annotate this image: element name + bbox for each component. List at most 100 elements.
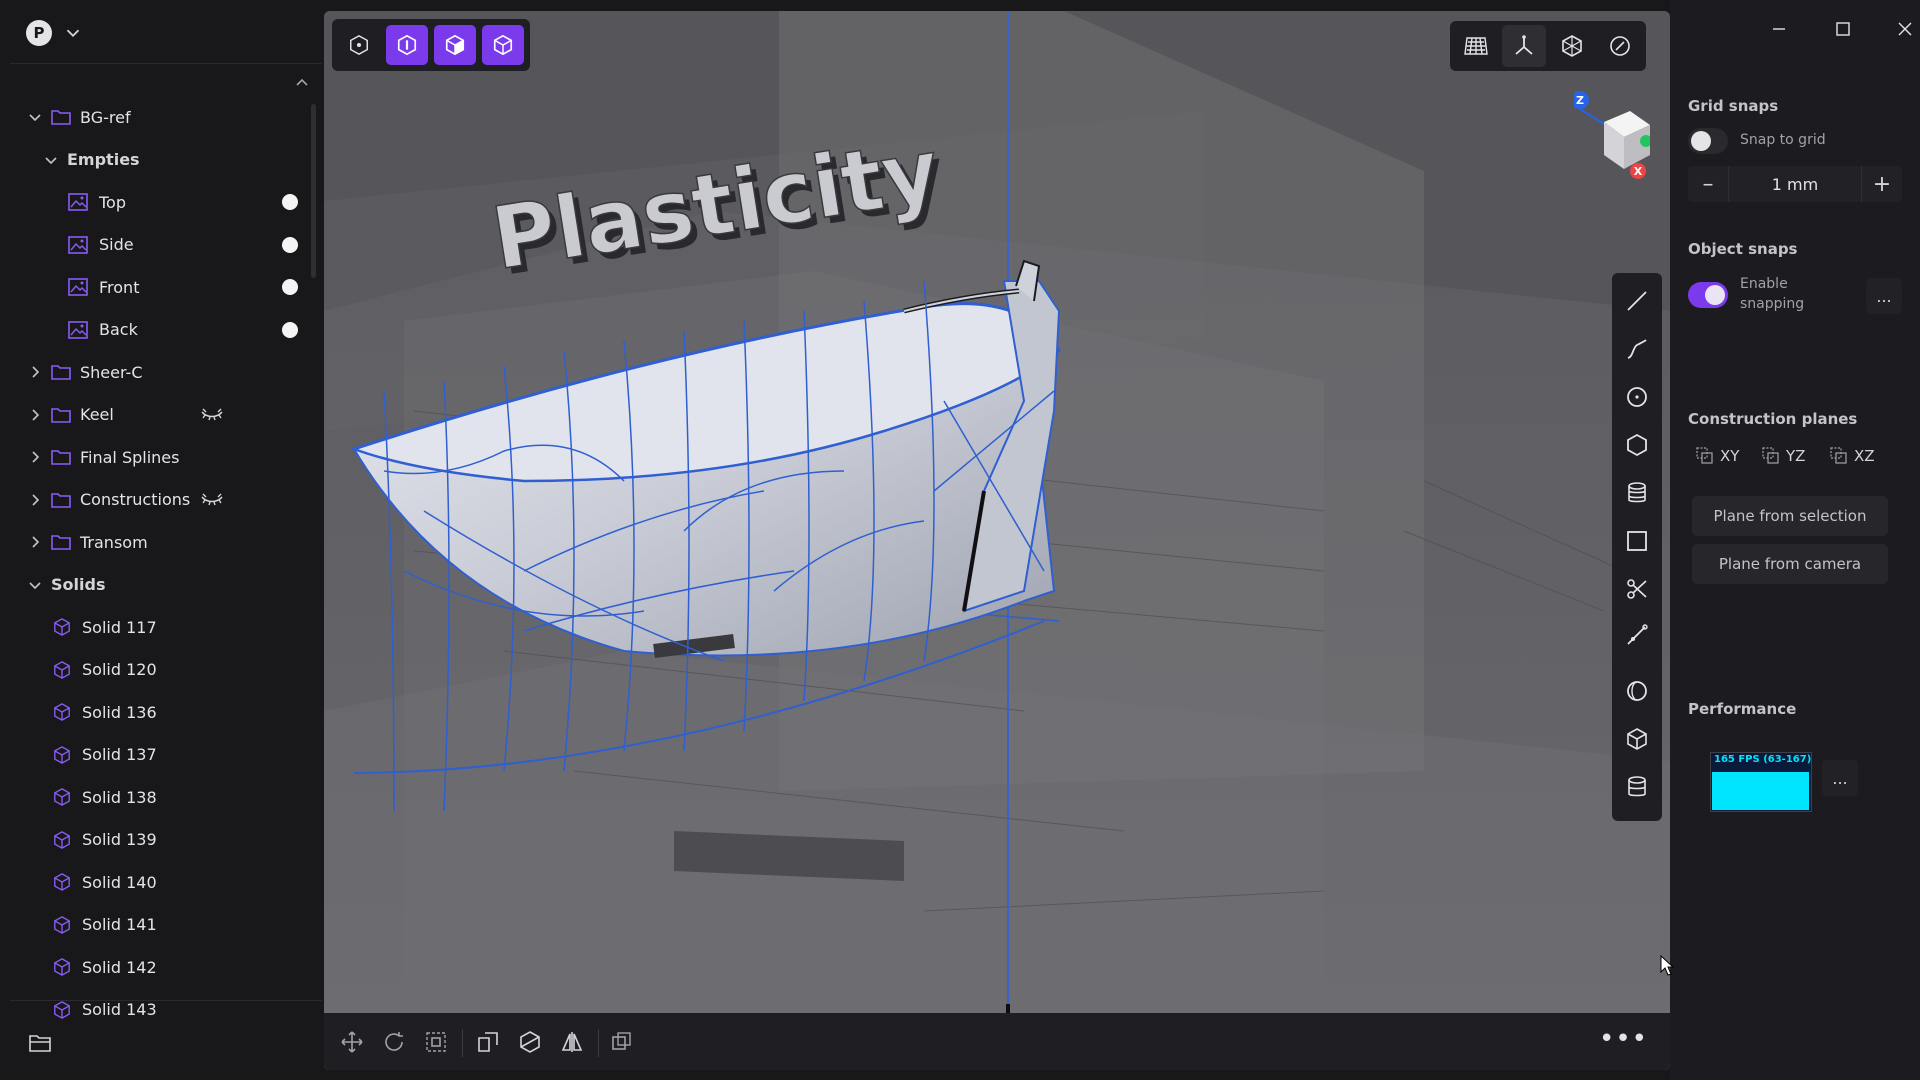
trim-tool-button[interactable] — [1617, 615, 1657, 655]
plane-xy-button[interactable]: XY — [1696, 447, 1739, 465]
outliner-solid-item[interactable]: Solid 120 — [0, 649, 314, 692]
circle-tool-button[interactable] — [1617, 377, 1657, 417]
section-button[interactable] — [514, 1027, 546, 1057]
solid-cube-icon — [54, 830, 70, 849]
outliner-solid-item[interactable]: Solid 142 — [0, 946, 314, 989]
plane-yz-label: YZ — [1786, 447, 1806, 465]
outliner-solid-item[interactable]: Solid 140 — [0, 861, 314, 904]
outliner-solid-item[interactable]: Solid 137 — [0, 734, 314, 777]
navigation-cube[interactable]: Z X — [1574, 89, 1650, 179]
scrollbar[interactable] — [311, 104, 316, 278]
more-options-button[interactable]: ••• — [1599, 1026, 1648, 1052]
chevron-down-icon[interactable] — [27, 577, 43, 593]
chevron-right-icon[interactable] — [27, 449, 43, 465]
increment-button[interactable]: + — [1862, 166, 1902, 202]
chevron-down-icon[interactable] — [43, 152, 59, 168]
eye-closed-icon[interactable] — [200, 406, 224, 424]
grid-size-stepper[interactable]: – 1 mm + — [1688, 166, 1902, 202]
plane-xz-button[interactable]: XZ — [1830, 447, 1875, 465]
visibility-dot-icon[interactable] — [282, 194, 298, 211]
outliner-solid-item[interactable]: Solid 117 — [0, 606, 314, 649]
offset-icon — [478, 1032, 498, 1052]
visibility-dot-icon[interactable] — [282, 321, 298, 338]
chevron-up-icon[interactable] — [292, 74, 312, 90]
chevron-down-icon[interactable] — [27, 109, 43, 125]
chevron-right-icon[interactable] — [27, 364, 43, 380]
eye-closed-icon[interactable] — [200, 491, 224, 509]
x-axis-label: X — [1634, 165, 1643, 178]
chevron-right-icon[interactable] — [27, 534, 43, 550]
box-tool-button[interactable] — [1617, 719, 1657, 759]
cylinder-tool-button[interactable] — [1617, 473, 1657, 513]
outliner-folder-row[interactable]: Transom — [0, 521, 314, 564]
outliner-folder-row[interactable]: BG-ref — [0, 96, 314, 139]
xray-toggle-button[interactable] — [1550, 25, 1594, 67]
solid-cube-icon — [54, 873, 70, 892]
sphere-tool-button[interactable] — [1617, 671, 1657, 711]
outliner-folder-row[interactable]: Keel — [0, 394, 314, 437]
line-tool-button[interactable] — [1617, 281, 1657, 321]
circle-icon — [1627, 387, 1647, 407]
outliner-empty-item[interactable]: Side — [0, 224, 314, 267]
plane-from-selection-button[interactable]: Plane from selection — [1692, 496, 1888, 536]
outliner-group-row[interactable]: Solids — [0, 564, 314, 607]
outliner-solid-item[interactable]: Solid 138 — [0, 776, 314, 819]
section-icon — [520, 1031, 540, 1053]
curve-tool-button[interactable] — [1617, 329, 1657, 369]
folder-open-icon[interactable] — [28, 1032, 52, 1054]
visibility-dot-icon[interactable] — [282, 279, 298, 296]
chevron-right-icon[interactable] — [27, 407, 43, 423]
move-button[interactable] — [336, 1027, 368, 1057]
face-mode-button[interactable] — [434, 25, 476, 65]
chevron-right-icon[interactable] — [27, 492, 43, 508]
user-menu[interactable]: P — [26, 20, 84, 46]
plane-from-camera-button[interactable]: Plane from camera — [1692, 544, 1888, 584]
render-mode-button[interactable] — [1598, 25, 1642, 67]
plane-yz-button[interactable]: YZ — [1762, 447, 1805, 465]
outliner-solid-item[interactable]: Solid 139 — [0, 819, 314, 862]
cylinder-solid-tool-button[interactable] — [1617, 767, 1657, 807]
outliner-empty-item[interactable]: Back — [0, 309, 314, 352]
outliner-folder-row[interactable]: Constructions — [0, 479, 314, 522]
outliner-solid-item[interactable]: Solid 143 — [0, 989, 314, 1032]
close-button[interactable] — [1890, 14, 1920, 44]
grid-toggle-button[interactable] — [1454, 25, 1498, 67]
solid-mode-button[interactable] — [482, 25, 524, 65]
mirror-button[interactable] — [556, 1027, 588, 1057]
control-point-mode-button[interactable] — [338, 25, 380, 65]
maximize-button[interactable] — [1828, 14, 1858, 44]
rotate-button[interactable] — [378, 1027, 410, 1057]
outliner-empty-item[interactable]: Top — [0, 181, 314, 224]
outliner-folder-row[interactable]: Final Splines — [0, 436, 314, 479]
outliner-empty-item[interactable]: Front — [0, 266, 314, 309]
outliner-folder-row[interactable]: Sheer-C — [0, 351, 314, 394]
snap-options-button[interactable]: ... — [1866, 278, 1902, 314]
visibility-dot-icon[interactable] — [282, 236, 298, 253]
solid-cube-icon — [54, 703, 70, 722]
grid-size-value[interactable]: 1 mm — [1728, 166, 1862, 202]
outliner-solid-item[interactable]: Solid 141 — [0, 904, 314, 947]
decrement-button[interactable]: – — [1688, 166, 1728, 202]
outliner-item-label: Solid 140 — [82, 872, 157, 892]
3d-viewport[interactable]: Plasticity Plasticity Z X ••• — [324, 11, 1670, 1070]
outliner-group-row[interactable]: Empties — [0, 139, 314, 182]
snap-to-grid-toggle[interactable] — [1688, 128, 1728, 154]
construction-planes-title: Construction planes — [1688, 410, 1858, 428]
scale-button[interactable] — [420, 1027, 452, 1057]
offset-button[interactable] — [472, 1027, 504, 1057]
avatar[interactable]: P — [26, 20, 52, 46]
polygon-tool-button[interactable] — [1617, 425, 1657, 465]
chevron-down-icon[interactable] — [62, 22, 84, 44]
cut-tool-button[interactable] — [1617, 569, 1657, 609]
duplicate-button[interactable] — [606, 1027, 638, 1057]
axes-toggle-button[interactable] — [1502, 25, 1546, 67]
minimize-button[interactable] — [1764, 14, 1794, 44]
plane-xy-label: XY — [1720, 447, 1740, 465]
performance-options-button[interactable]: ... — [1822, 760, 1858, 796]
fps-meter: 165 FPS (63-167) — [1710, 752, 1812, 812]
edge-mode-button[interactable] — [386, 25, 428, 65]
rectangle-tool-button[interactable] — [1617, 521, 1657, 561]
outliner-solid-item[interactable]: Solid 136 — [0, 691, 314, 734]
viewport-scene[interactable]: Plasticity Plasticity — [324, 11, 1670, 1070]
enable-snapping-toggle[interactable] — [1688, 282, 1728, 308]
